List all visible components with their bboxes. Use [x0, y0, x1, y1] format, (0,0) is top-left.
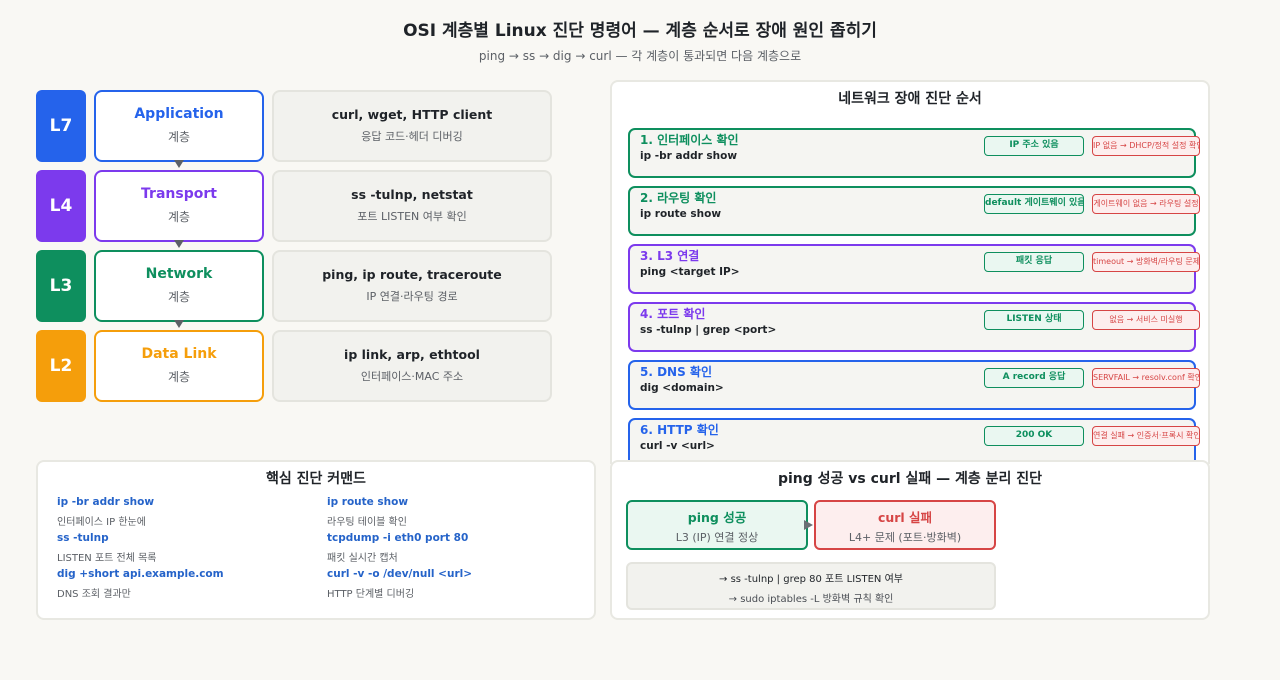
step-success: LISTEN 상태 — [984, 310, 1084, 330]
step-title: 1. 인터페이스 확인 — [640, 133, 739, 147]
layer-command-desc: 응답 코드·헤더 디버깅 — [361, 130, 463, 143]
key-command-text: ip -br addr show — [57, 496, 155, 508]
step-failure: IP 없음 → DHCP/정적 설정 확인 — [1092, 136, 1200, 156]
diagnosis-step: 6. HTTP 확인 curl -v <url> 200 OK 연결 실패 → … — [628, 418, 1200, 464]
key-commands-panel: 핵심 진단 커맨드 ip -br addr show 인터페이스 IP 한눈에 … — [36, 460, 596, 620]
diagnosis-panel: 네트워크 장애 진단 순서 1. 인터페이스 확인 ip -br addr sh… — [610, 80, 1210, 464]
key-command-desc: 패킷 실시간 캡처 — [327, 553, 398, 564]
step-title: 5. DNS 확인 — [640, 365, 712, 379]
next-step-port: → ss -tulnp | grep 80 포트 LISTEN 여부 — [719, 574, 903, 585]
step-title: 3. L3 연결 — [640, 249, 700, 263]
diagnosis-step: 1. 인터페이스 확인 ip -br addr show IP 주소 있음 IP… — [628, 128, 1200, 178]
key-command-text: ip route show — [327, 496, 409, 508]
page-title: OSI 계층별 Linux 진단 명령어 — 계층 순서로 장애 원인 좁히기 — [403, 21, 877, 41]
layer-card: Transport 계층 — [94, 170, 264, 242]
diagnosis-step: 4. 포트 확인 ss -tulnp | grep <port> LISTEN … — [628, 302, 1200, 352]
key-command: dig +short api.example.com DNS 조회 결과만 — [57, 568, 224, 600]
down-arrow-icon — [174, 160, 184, 168]
key-command-desc: 라우팅 테이블 확인 — [327, 517, 407, 528]
curl-failure-title: curl 실패 — [877, 510, 933, 525]
key-command: ip -br addr show 인터페이스 IP 한눈에 — [57, 496, 154, 528]
layer-commands: curl, wget, HTTP client 응답 코드·헤더 디버깅 — [272, 90, 552, 162]
diagnosis-step: 3. L3 연결 ping <target IP> 패킷 응답 timeout … — [628, 244, 1200, 294]
layer-label: 계층 — [167, 130, 191, 144]
layer-badge: L4 — [36, 170, 86, 242]
step-success: 패킷 응답 — [984, 252, 1084, 272]
ping-success-desc: L3 (IP) 연결 정상 — [675, 531, 759, 544]
step-failure: SERVFAIL → resolv.conf 확인 — [1092, 368, 1200, 388]
layer-command-desc: 인터페이스·MAC 주소 — [360, 370, 464, 383]
key-command-text: ss -tulnp — [57, 532, 109, 544]
layer-name: Network — [145, 266, 213, 282]
key-command: curl -v -o /dev/null <url> HTTP 단계별 디버깅 — [327, 568, 472, 600]
layer-label: 계층 — [167, 370, 191, 384]
step-failure: 게이트웨이 없음 → 라우팅 설정 — [1092, 194, 1200, 214]
key-command: tcpdump -i eth0 port 80 패킷 실시간 캡처 — [327, 532, 468, 564]
step-title: 6. HTTP 확인 — [640, 423, 719, 437]
right-arrow-icon — [804, 520, 813, 530]
layer-commands: ip link, arp, ethtool 인터페이스·MAC 주소 — [272, 330, 552, 402]
curl-failure-desc: L4+ 문제 (포트·방화벽) — [848, 531, 962, 544]
ping-vs-curl-panel: ping 성공 vs curl 실패 — 계층 분리 진단 ping 성공 L3… — [610, 460, 1210, 620]
step-command: ip -br addr show — [640, 150, 738, 162]
layer-card: Data Link 계층 — [94, 330, 264, 402]
step-failure: 없음 → 서비스 미실행 — [1092, 310, 1200, 330]
layer-card: Network 계층 — [94, 250, 264, 322]
step-command: dig <domain> — [640, 382, 724, 394]
key-command-desc: 인터페이스 IP 한눈에 — [57, 517, 146, 528]
ping-success-title: ping 성공 — [687, 510, 747, 525]
key-command-desc: HTTP 단계별 디버깅 — [327, 589, 415, 600]
step-success: default 게이트웨이 있음 — [984, 194, 1084, 214]
step-success: 200 OK — [984, 426, 1084, 446]
layer-name: Application — [134, 106, 224, 122]
ping-success-box: ping 성공 L3 (IP) 연결 정상 — [626, 500, 808, 550]
key-command-text: curl -v -o /dev/null <url> — [327, 568, 473, 580]
step-command: ping <target IP> — [640, 266, 740, 278]
layer-command-list: ping, ip route, traceroute — [322, 267, 502, 282]
step-title: 4. 포트 확인 — [640, 307, 706, 321]
layer-commands: ss -tulnp, netstat 포트 LISTEN 여부 확인 — [272, 170, 552, 242]
step-success: IP 주소 있음 — [984, 136, 1084, 156]
page-subtitle: ping → ss → dig → curl — 각 계층이 통과되면 다음 계… — [478, 49, 802, 63]
step-success: A record 응답 — [984, 368, 1084, 388]
key-command-desc: DNS 조회 결과만 — [57, 589, 131, 600]
layer-card: Application 계층 — [94, 90, 264, 162]
layer-badge: L7 — [36, 90, 86, 162]
layer-badge: L2 — [36, 330, 86, 402]
step-command: ip route show — [640, 208, 722, 220]
layer-command-desc: IP 연결·라우팅 경로 — [366, 290, 458, 303]
next-step-firewall: → sudo iptables -L 방화벽 규칙 확인 — [728, 594, 894, 605]
diagnosis-panel-title: 네트워크 장애 진단 순서 — [838, 91, 982, 107]
curl-failure-box: curl 실패 L4+ 문제 (포트·방화벽) — [814, 500, 996, 550]
key-command-text: tcpdump -i eth0 port 80 — [327, 532, 469, 544]
next-steps-box: → ss -tulnp | grep 80 포트 LISTEN 여부 → sud… — [626, 562, 996, 610]
layer-name: Data Link — [141, 346, 217, 362]
key-command-text: dig +short api.example.com — [57, 568, 224, 580]
layer-command-list: curl, wget, HTTP client — [331, 107, 493, 122]
layer-commands: ping, ip route, traceroute IP 연결·라우팅 경로 — [272, 250, 552, 322]
layer-name: Transport — [141, 186, 217, 202]
layer-command-desc: 포트 LISTEN 여부 확인 — [357, 210, 467, 223]
step-title: 2. 라우팅 확인 — [640, 191, 717, 205]
step-failure: timeout → 방화벽/라우팅 문제 — [1092, 252, 1200, 272]
key-commands-title: 핵심 진단 커맨드 — [266, 471, 366, 487]
key-command: ip route show 라우팅 테이블 확인 — [327, 496, 408, 528]
ping-vs-curl-title: ping 성공 vs curl 실패 — 계층 분리 진단 — [777, 471, 1043, 487]
step-command: curl -v <url> — [640, 440, 715, 452]
layer-label: 계층 — [167, 290, 191, 304]
down-arrow-icon — [174, 240, 184, 248]
layer-label: 계층 — [167, 210, 191, 224]
diagnosis-step: 2. 라우팅 확인 ip route show default 게이트웨이 있음… — [628, 186, 1200, 236]
layer-badge: L3 — [36, 250, 86, 322]
diagnosis-step: 5. DNS 확인 dig <domain> A record 응답 SERVF… — [628, 360, 1200, 410]
down-arrow-icon — [174, 320, 184, 328]
layer-command-list: ss -tulnp, netstat — [351, 187, 473, 202]
layer-command-list: ip link, arp, ethtool — [344, 347, 480, 362]
key-command-desc: LISTEN 포트 전체 목록 — [57, 553, 157, 564]
step-command: ss -tulnp | grep <port> — [640, 324, 777, 336]
step-failure: 연결 실패 → 인증서·프록시 확인 — [1092, 426, 1200, 446]
key-command: ss -tulnp LISTEN 포트 전체 목록 — [57, 532, 157, 564]
